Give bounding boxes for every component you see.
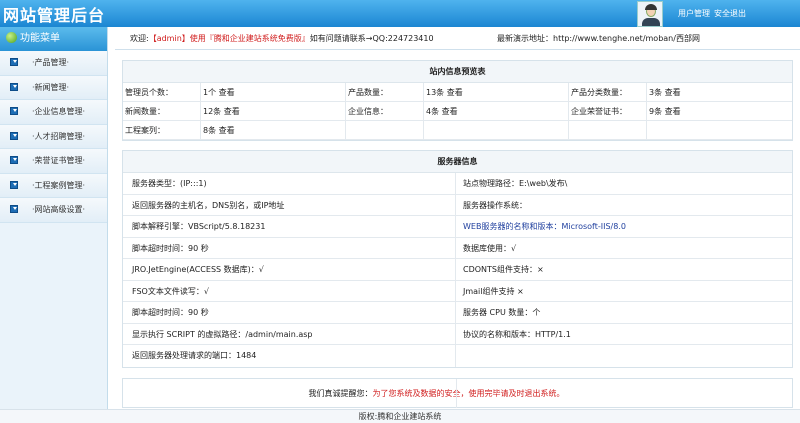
expand-icon [10, 156, 18, 164]
news-count-link[interactable]: 12条 查看 [201, 102, 346, 120]
expand-icon [10, 58, 18, 66]
server-row: 脚本超时时间：90 秒数据库使用：√ [123, 237, 792, 259]
expand-icon [10, 82, 18, 91]
sidebar: 功能菜单 ·产品管理· ·新闻管理· ·企业信息管理· ·人才招聘管理· ·荣誉… [0, 27, 108, 423]
sidebar-item-recruit[interactable]: ·人才招聘管理· [0, 124, 107, 149]
contact-text: 如有问题请联系→QQ:224723410 [309, 34, 434, 43]
sidebar-item-news[interactable]: ·新闻管理· [0, 75, 107, 100]
sidebar-item-products[interactable]: ·产品管理· [0, 51, 107, 76]
stats-title: 站内信息预览表 [123, 61, 792, 83]
user-manage-link[interactable]: 用户管理 [678, 9, 710, 18]
stats-row: 工程案列： 8条 查看 [123, 121, 792, 140]
server-panel: 服务器信息 服务器类型：(IP:::1) 站点物理路径：E:\web\发布\ 返回… [122, 150, 793, 368]
server-row: 脚本超时时间：90 秒服务器 CPU 数量：个 [123, 302, 792, 324]
company-info-link[interactable]: 4条 查看 [424, 102, 569, 120]
case-count-link[interactable]: 8条 查看 [201, 121, 346, 139]
server-row: 服务器类型：(IP:::1) 站点物理路径：E:\web\发布\ [123, 173, 792, 195]
expand-icon [10, 131, 18, 140]
avatar [637, 1, 663, 27]
category-count-link[interactable]: 3条 查看 [647, 83, 792, 101]
server-row: 显示执行 SCRIPT 的虚拟路径：/admin/main.asp 协议的名称和版… [123, 323, 792, 345]
welcome-user: 【admin】使用『腾和企业建站系统免费版』 [148, 34, 310, 43]
sidebar-item-honors[interactable]: ·荣誉证书管理· [0, 149, 107, 174]
sidebar-item-advanced[interactable]: ·网站高级设置· [0, 198, 107, 223]
welcome-bar: 欢迎:【admin】使用『腾和企业建站系统免费版』如有问题请联系→QQ:2247… [115, 28, 800, 50]
security-notice: 我们真诚提醒您：为了您系统及数据的安全，使用完毕请及时退出系统。 [122, 378, 793, 408]
certificate-count-link[interactable]: 9条 查看 [647, 102, 792, 120]
sidebar-item-company[interactable]: ·企业信息管理· [0, 100, 107, 125]
stats-row: 新闻数量： 12条 查看 企业信息： 4条 查看 企业荣誉证书： 9条 查看 [123, 102, 792, 121]
expand-icon [10, 205, 18, 213]
sidebar-item-cases[interactable]: ·工程案例管理· [0, 173, 107, 198]
top-bar: 网站管理后台 用户管理 安全退出 [0, 0, 800, 27]
server-row: JRO.JetEngine(ACCESS 数据库)：√ CDONTS组件支持：× [123, 259, 792, 281]
menu-header: 功能菜单 [0, 27, 107, 51]
admin-count-link[interactable]: 1个 查看 [201, 83, 346, 101]
menu-title: 功能菜单 [20, 33, 60, 44]
main-content: 欢迎:【admin】使用『腾和企业建站系统免费版』如有问题请联系→QQ:2247… [115, 28, 800, 408]
stats-panel: 站内信息预览表 管理员个数： 1个 查看 产品数量： 13条 查看 产品分类数量… [122, 60, 793, 141]
server-row: 脚本解释引擎：VBScript/5.8.18231 WEB服务器的名称和版本：Mi… [123, 216, 792, 238]
server-row: FSO文本文件读写：√ Jmail组件支持 × [123, 280, 792, 302]
stats-row: 管理员个数： 1个 查看 产品数量： 13条 查看 产品分类数量： 3条 查看 [123, 83, 792, 102]
site-title: 网站管理后台 [3, 6, 106, 25]
safe-exit-link[interactable]: 安全退出 [714, 9, 746, 18]
expand-icon [10, 180, 18, 189]
server-title: 服务器信息 [123, 151, 792, 173]
server-row: 返回服务器的主机名，DNS别名，或IP地址 服务器操作系统： [123, 194, 792, 216]
product-count-link[interactable]: 13条 查看 [424, 83, 569, 101]
expand-icon [10, 107, 18, 115]
demo-site-link[interactable]: 最新演示地址：http://www.tenghe.net/moban/西部网 [497, 28, 700, 50]
server-row: 返回服务器处理请求的端口：1484 [123, 345, 792, 367]
footer: 版权:腾和企业建站系统 [0, 409, 800, 423]
menu-ball-icon [6, 32, 17, 43]
top-links: 用户管理 安全退出 [678, 8, 750, 19]
